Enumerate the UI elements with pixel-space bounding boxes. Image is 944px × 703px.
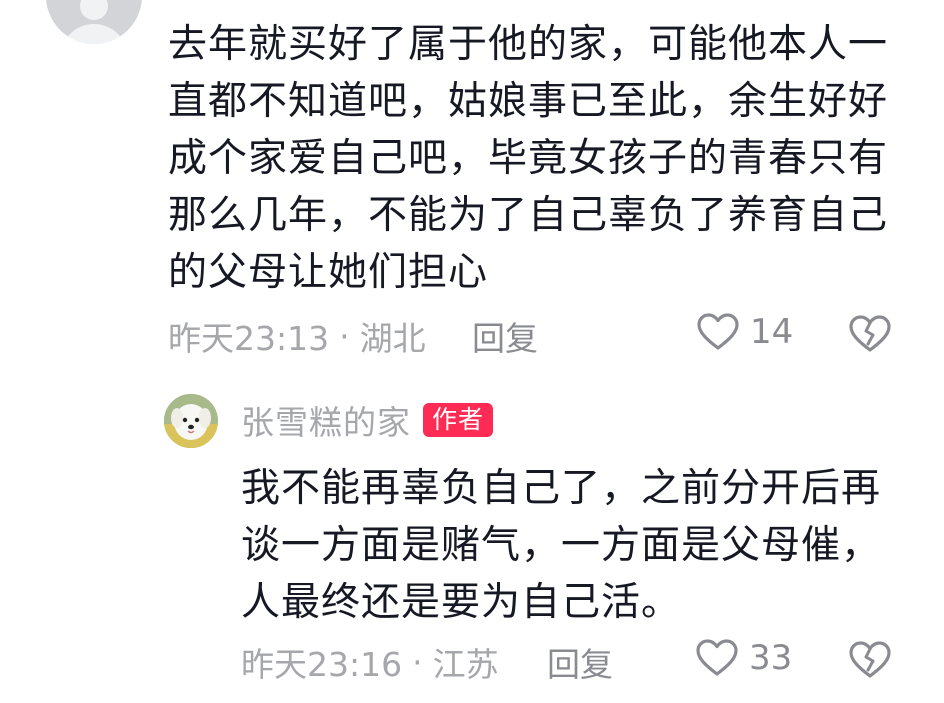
puppy-avatar-icon (164, 394, 218, 448)
comment-meta: 昨天23:13 · 湖北 回复 (168, 312, 908, 360)
reply-meta: 昨天23:16 · 江苏 回复 (241, 638, 921, 686)
broken-heart-icon (849, 315, 891, 352)
comment-time: 昨天23:13 (168, 319, 330, 358)
heart-outline-icon (697, 313, 739, 350)
heart-outline-icon (696, 639, 738, 676)
reply-username[interactable]: 张雪糕的家 (241, 396, 411, 444)
default-avatar-body-icon (60, 24, 128, 44)
like-count: 14 (750, 312, 794, 352)
author-badge: 作者 (423, 403, 494, 437)
like-count: 33 (749, 638, 793, 678)
commenter-avatar[interactable] (46, 0, 142, 44)
meta-separator: · (412, 642, 423, 682)
default-avatar-head-icon (80, 0, 108, 20)
comment-location: 湖北 (359, 319, 426, 358)
reply-avatar[interactable] (164, 394, 218, 448)
dislike-button[interactable] (849, 640, 891, 680)
like-button[interactable]: 14 (696, 312, 793, 352)
reply-button[interactable]: 回复 (472, 312, 538, 360)
reply-header: 张雪糕的家 作者 (241, 396, 494, 444)
comment-text: 去年就买好了属于他的家，可能他本人一 直都不知道吧，姑娘事已至此，余生好好 成个… (168, 22, 889, 295)
comment-thread: 去年就买好了属于他的家，可能他本人一 直都不知道吧，姑娘事已至此，余生好好 成个… (0, 0, 944, 703)
reply-location: 江苏 (432, 645, 499, 684)
reply-text: 我不能再辜负自己了，之前分开后再 谈一方面是赌气，一方面是父母催， 人最终还是要… (241, 466, 882, 625)
like-button[interactable]: 33 (695, 638, 792, 678)
reply-time: 昨天23:16 (241, 645, 403, 684)
dislike-button[interactable] (849, 314, 891, 354)
meta-separator: · (339, 316, 350, 356)
reply-button[interactable]: 回复 (547, 638, 613, 686)
broken-heart-icon (849, 641, 891, 678)
